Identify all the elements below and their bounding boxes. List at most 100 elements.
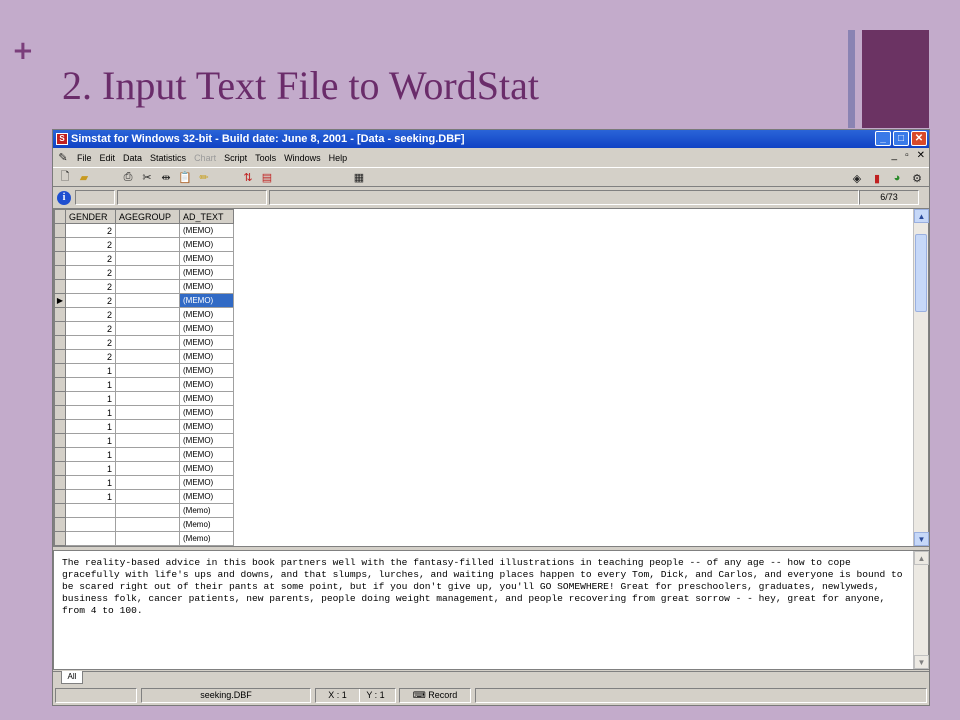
cell-gender[interactable]: 2 (65, 279, 116, 294)
paste-icon[interactable]: 📋 (177, 169, 193, 185)
window-titlebar[interactable]: S Simstat for Windows 32-bit - Build dat… (53, 130, 929, 148)
cell-gender[interactable]: 2 (65, 335, 116, 350)
table-row[interactable]: 1 (MEMO) (54, 447, 234, 462)
cell-gender[interactable]: 1 (65, 461, 116, 476)
grid-vertical-scrollbar[interactable]: ▲ ▼ (913, 209, 929, 546)
row-header[interactable] (54, 475, 66, 490)
cell-gender[interactable]: 1 (65, 419, 116, 434)
cell-gender[interactable] (65, 517, 116, 532)
column-header-agegroup[interactable]: AGEGROUP (115, 209, 180, 224)
chart-icon[interactable]: ◕ (889, 170, 905, 186)
cell-gender[interactable]: 1 (65, 377, 116, 392)
mdi-restore-button[interactable]: ▫ (905, 150, 909, 161)
cell-gender[interactable]: 1 (65, 363, 116, 378)
cell-agegroup[interactable] (115, 293, 180, 308)
sort-icon[interactable]: ⇅ (240, 169, 256, 185)
cell-ad-text[interactable]: (MEMO) (179, 363, 234, 378)
row-header[interactable]: ▶ (54, 293, 66, 308)
cell-gender[interactable]: 1 (65, 489, 116, 504)
app-icon[interactable]: S (56, 133, 68, 145)
cell-ad-text[interactable]: (MEMO) (179, 391, 234, 406)
cell-ad-text[interactable]: (MEMO) (179, 377, 234, 392)
cell-agegroup[interactable] (115, 489, 180, 504)
cell-gender[interactable]: 2 (65, 349, 116, 364)
cell-gender[interactable]: 1 (65, 433, 116, 448)
cell-gender[interactable] (65, 503, 116, 518)
cell-ad-text[interactable]: (MEMO) (179, 251, 234, 266)
cell-ad-text[interactable]: (MEMO) (179, 433, 234, 448)
menu-windows[interactable]: Windows (284, 153, 321, 163)
menu-script[interactable]: Script (224, 153, 247, 163)
cell-ad-text[interactable]: (MEMO) (179, 321, 234, 336)
table-row[interactable]: 2 (MEMO) (54, 279, 234, 294)
cell-gender[interactable]: 1 (65, 405, 116, 420)
column-header-gender[interactable]: GENDER (65, 209, 116, 224)
cell-agegroup[interactable] (115, 377, 180, 392)
menu-statistics[interactable]: Statistics (150, 153, 186, 163)
cell-gender[interactable]: 2 (65, 293, 116, 308)
cell-agegroup[interactable] (115, 251, 180, 266)
table-row[interactable]: 1 (MEMO) (54, 475, 234, 490)
row-header[interactable] (54, 531, 66, 546)
row-header[interactable] (54, 503, 66, 518)
cell-agegroup[interactable] (115, 307, 180, 322)
memo-vertical-scrollbar[interactable]: ▲ ▼ (913, 551, 929, 669)
cell-gender[interactable]: 2 (65, 307, 116, 322)
row-header[interactable] (54, 237, 66, 252)
cell-agegroup[interactable] (115, 237, 180, 252)
scroll-up-arrow-icon[interactable]: ▲ (914, 209, 929, 223)
cell-agegroup[interactable] (115, 391, 180, 406)
row-header[interactable] (54, 307, 66, 322)
cell-agegroup[interactable] (115, 447, 180, 462)
cell-gender[interactable]: 2 (65, 237, 116, 252)
cell-agegroup[interactable] (115, 265, 180, 280)
eraser-icon[interactable]: ◈ (849, 170, 865, 186)
cell-ad-text[interactable]: (MEMO) (179, 461, 234, 476)
cell-agegroup[interactable] (115, 321, 180, 336)
cell-ad-text[interactable]: (MEMO) (179, 349, 234, 364)
row-header[interactable] (54, 321, 66, 336)
table-row[interactable]: 1 (MEMO) (54, 377, 234, 392)
cell-agegroup[interactable] (115, 517, 180, 532)
cell-gender[interactable]: 1 (65, 475, 116, 490)
cell-ad-text[interactable]: (MEMO) (179, 489, 234, 504)
row-header[interactable] (54, 279, 66, 294)
cell-ad-text[interactable]: (MEMO) (179, 237, 234, 252)
row-header[interactable] (54, 363, 66, 378)
cell-gender[interactable]: 1 (65, 391, 116, 406)
menu-help[interactable]: Help (329, 153, 348, 163)
table-row[interactable]: 2 (MEMO) (54, 251, 234, 266)
row-header[interactable] (54, 223, 66, 238)
table-row[interactable]: 2 (MEMO) (54, 307, 234, 322)
split-icon[interactable]: ⇹ (158, 169, 174, 185)
cell-gender[interactable]: 2 (65, 223, 116, 238)
cell-agegroup[interactable] (115, 405, 180, 420)
table-row[interactable]: (Memo) (54, 503, 234, 518)
cell-agegroup[interactable] (115, 461, 180, 476)
cell-gender[interactable]: 2 (65, 251, 116, 266)
row-header[interactable] (54, 489, 66, 504)
table-row[interactable]: 1 (MEMO) (54, 405, 234, 420)
memo-scroll-up-icon[interactable]: ▲ (914, 551, 929, 565)
row-header[interactable] (54, 419, 66, 434)
close-button[interactable]: ✕ (911, 131, 927, 146)
scroll-down-arrow-icon[interactable]: ▼ (914, 532, 929, 546)
cell-ad-text[interactable]: (Memo) (179, 531, 234, 546)
edit-icon[interactable]: ✏ (196, 169, 212, 185)
new-file-icon[interactable]: 🗋 (57, 169, 73, 185)
cell-agegroup[interactable] (115, 475, 180, 490)
cell-gender[interactable]: 2 (65, 265, 116, 280)
minimize-button[interactable]: _ (875, 131, 891, 146)
menu-tools[interactable]: Tools (255, 153, 276, 163)
scroll-thumb[interactable] (915, 234, 927, 312)
cell-agegroup[interactable] (115, 433, 180, 448)
table-row[interactable]: 2 (MEMO) (54, 335, 234, 350)
table-row[interactable]: 1 (MEMO) (54, 433, 234, 448)
row-header[interactable] (54, 433, 66, 448)
cell-agegroup[interactable] (115, 335, 180, 350)
table-row[interactable]: (Memo) (54, 531, 234, 546)
cell-ad-text[interactable]: (MEMO) (179, 293, 234, 308)
memo-viewer[interactable]: The reality-based advice in this book pa… (53, 550, 929, 670)
row-header[interactable] (54, 377, 66, 392)
app-menu-icon[interactable]: ✎ (57, 150, 69, 166)
